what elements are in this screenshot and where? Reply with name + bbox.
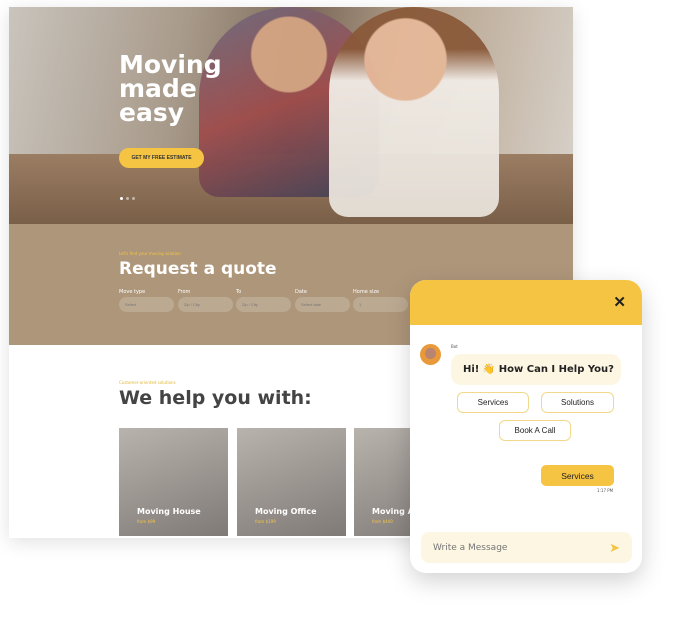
card-price: from $199 (255, 519, 276, 524)
home-size-field: Home size (353, 289, 408, 312)
greeting-bubble: Hi! 👋 How Can I Help You? (451, 354, 621, 385)
reply-timestamp: 1:17 PM (597, 488, 614, 493)
carousel-dots[interactable] (120, 197, 135, 200)
chat-header: ✕ (410, 280, 642, 325)
field-label: To (236, 289, 242, 295)
service-card-office[interactable]: Moving Office from $199 (237, 428, 346, 536)
option-solutions-button[interactable]: Solutions (541, 392, 614, 413)
free-estimate-button[interactable]: GET MY FREE ESTIMATE (119, 148, 204, 168)
close-icon[interactable]: ✕ (613, 293, 626, 311)
services-subtitle: Customer-oriented solutions (119, 380, 176, 385)
hero-title: Moving made easy (119, 50, 222, 127)
card-price: from $449 (372, 519, 393, 524)
option-book-call-button[interactable]: Book A Call (499, 420, 571, 441)
message-input[interactable] (433, 542, 610, 553)
carousel-dot[interactable] (120, 197, 123, 200)
carousel-dot[interactable] (132, 197, 135, 200)
bot-avatar (420, 344, 441, 365)
from-field: From (178, 289, 233, 312)
bot-name: Bot (451, 344, 458, 349)
option-services-button[interactable]: Services (457, 392, 529, 413)
from-input[interactable] (178, 297, 233, 312)
user-reply-bubble: Services (541, 465, 614, 486)
carousel-dot[interactable] (126, 197, 129, 200)
field-label: Move type (119, 289, 146, 295)
field-label: Date (295, 289, 307, 295)
card-price: from $99 (137, 519, 156, 524)
to-input[interactable] (236, 297, 291, 312)
service-card-house[interactable]: Moving House from $99 (119, 428, 228, 536)
quote-subtitle: Let's find your moving solution (119, 251, 181, 256)
home-size-input[interactable] (353, 297, 408, 312)
date-input[interactable] (295, 297, 350, 312)
to-field: To (236, 289, 291, 312)
send-icon[interactable]: ➤ (609, 540, 620, 556)
message-input-bar: ➤ (421, 532, 632, 563)
chat-widget: ✕ Bot Hi! 👋 How Can I Help You? Services… (410, 280, 642, 573)
hero-section: Moving made easy GET MY FREE ESTIMATE (9, 7, 573, 224)
quote-title: Request a quote (119, 259, 277, 279)
field-label: Home size (353, 289, 380, 295)
move-type-field: Move type (119, 289, 174, 312)
card-title: Moving Office (255, 507, 317, 516)
card-title: Moving House (137, 507, 201, 516)
field-label: From (178, 289, 191, 295)
date-field: Date (295, 289, 350, 312)
services-title: We help you with: (119, 387, 312, 409)
hero-photo-woman (329, 7, 499, 217)
move-type-input[interactable] (119, 297, 174, 312)
